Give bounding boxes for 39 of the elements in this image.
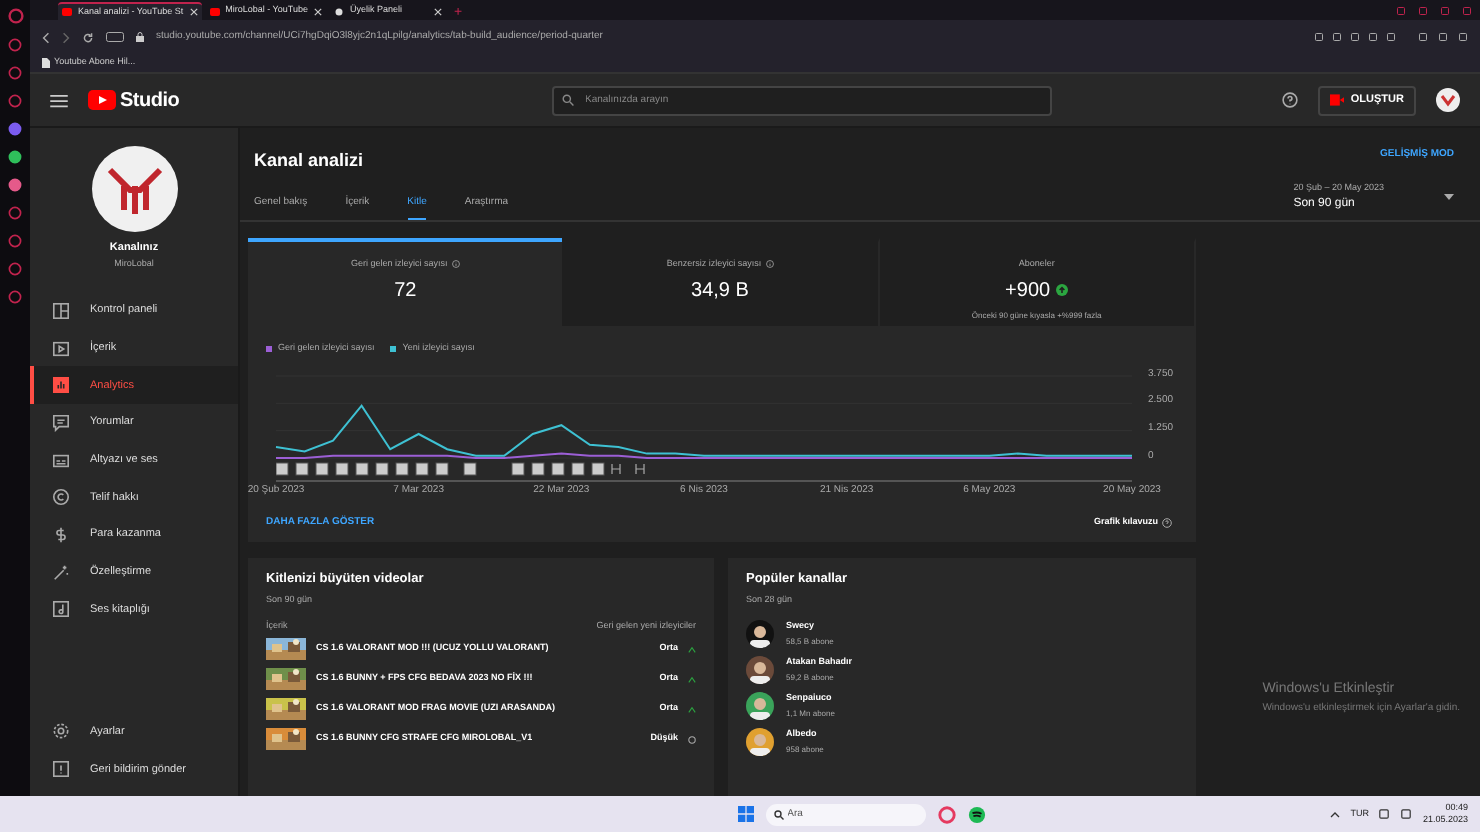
subtitles-icon [52, 451, 70, 470]
wand-icon [52, 563, 70, 582]
reload-icon[interactable] [82, 31, 94, 43]
back-icon[interactable] [42, 31, 50, 43]
channel-avatar-icon [91, 146, 177, 232]
document-icon [42, 58, 50, 68]
play-icon [52, 339, 70, 358]
youtube-icon [62, 8, 72, 16]
youtube-logo-icon [88, 90, 116, 110]
opera-logo-icon [7, 8, 23, 24]
low-icon [688, 735, 696, 743]
help-icon[interactable] [1282, 92, 1299, 108]
vpn-icon[interactable] [106, 32, 124, 42]
help-icon [1162, 518, 1172, 528]
medium-icon [688, 705, 696, 713]
chevron-up-icon[interactable] [1330, 811, 1341, 817]
settings-icon [52, 722, 70, 741]
avatar-icon[interactable] [1436, 88, 1460, 112]
globe-icon [334, 7, 344, 15]
medium-icon [688, 675, 696, 683]
spotify-icon[interactable] [967, 805, 986, 823]
comment-icon [52, 413, 70, 432]
medium-icon [688, 645, 696, 653]
dashboard-icon [52, 301, 70, 320]
up-arrow-icon [1056, 284, 1069, 297]
caret-icon [1444, 194, 1454, 201]
feedback-icon [52, 760, 70, 779]
studio-logo: Studio [120, 87, 180, 115]
forward-icon[interactable] [62, 31, 70, 43]
video-camera-icon [1330, 94, 1345, 106]
opera-icon[interactable] [937, 805, 956, 823]
page-title: Kanal analizi [254, 148, 366, 174]
windows-logo-icon[interactable] [737, 806, 754, 822]
lock-icon [136, 32, 144, 42]
music-icon [52, 600, 70, 619]
analytics-icon [52, 376, 70, 395]
copyright-icon [52, 488, 70, 507]
money-icon [52, 525, 70, 544]
youtube-icon [209, 7, 220, 15]
